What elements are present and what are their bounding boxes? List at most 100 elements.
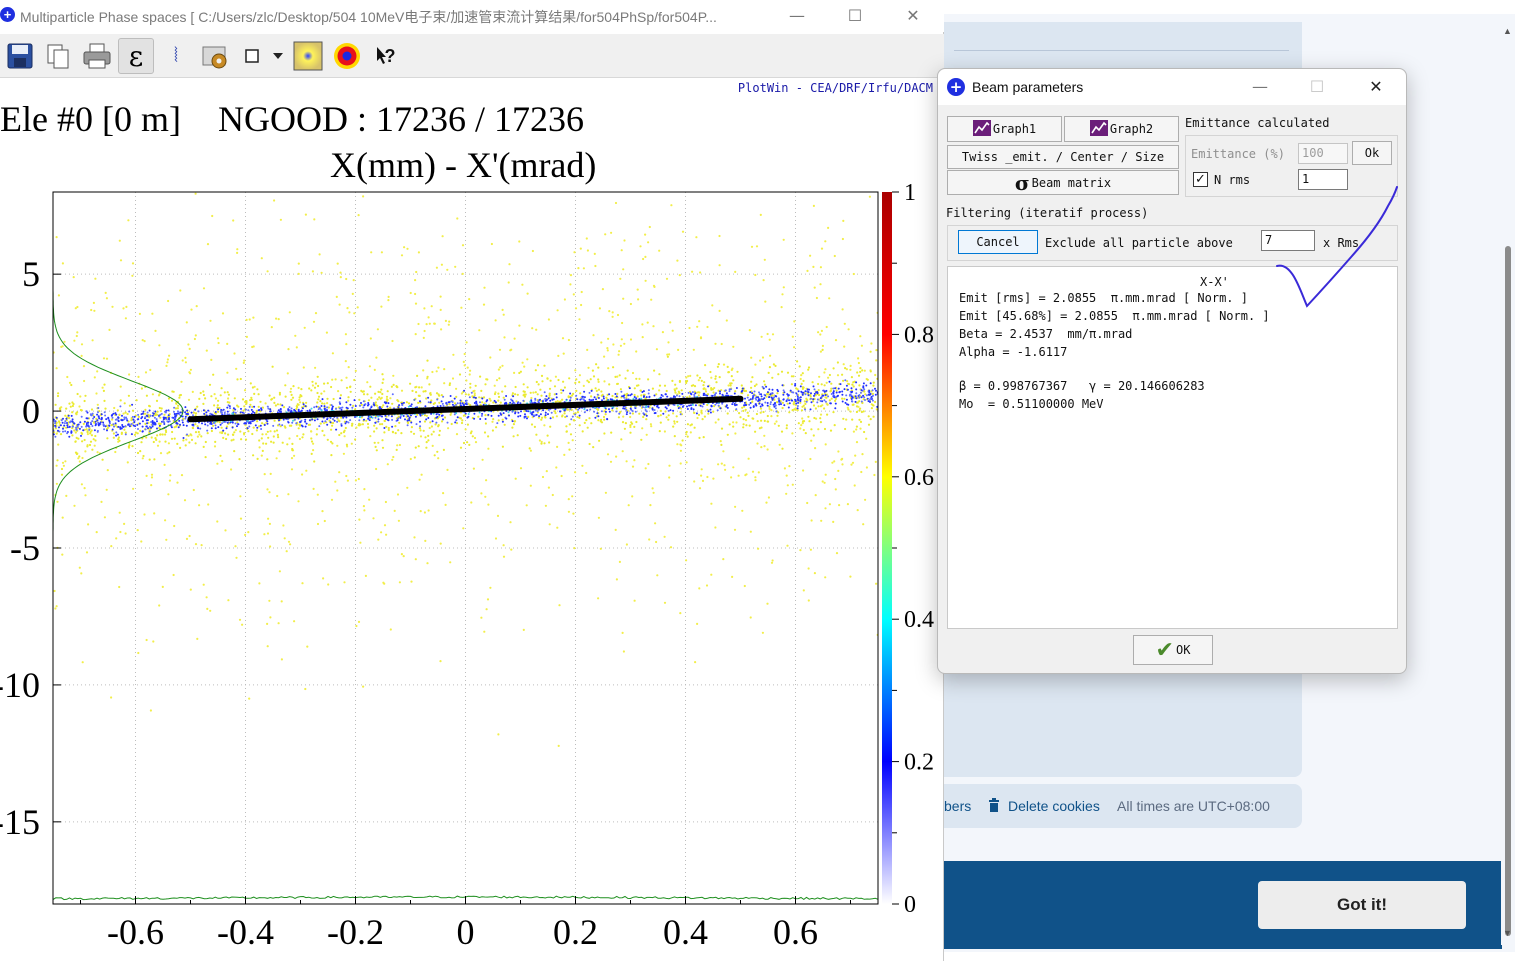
particle-point [447, 427, 450, 430]
particle-point [599, 547, 602, 550]
particle-point [391, 339, 394, 343]
graph1-button[interactable]: Graph1 [947, 116, 1062, 142]
filtering-label: Filtering (iteratif process) [946, 206, 1149, 220]
dialog-minimize-button[interactable]: — [1243, 75, 1277, 99]
particle-point [164, 433, 167, 436]
particle-point [393, 509, 396, 512]
particle-point [323, 434, 326, 437]
particle-point [781, 447, 784, 450]
scroll-down-icon[interactable]: ▼ [1503, 928, 1512, 938]
particle-point [608, 393, 611, 396]
members-link[interactable]: bers [944, 798, 971, 814]
scroll-up-icon[interactable]: ▲ [1503, 26, 1512, 36]
particle-point [867, 415, 870, 418]
particle-point [381, 439, 384, 442]
particle-point [766, 602, 769, 605]
particle-point [563, 298, 567, 301]
ok-button[interactable]: ✔ OK [1133, 635, 1213, 665]
particle-point [413, 398, 416, 401]
particle-point [408, 416, 411, 419]
scrollbar-thumb[interactable] [1505, 246, 1511, 936]
particle-point [407, 402, 411, 405]
particle-point [319, 400, 322, 403]
particle-point [783, 467, 787, 470]
particle-point [204, 456, 207, 459]
particle-point [455, 403, 457, 406]
particle-point [760, 419, 763, 422]
particle-point [678, 395, 681, 398]
particle-point [424, 390, 427, 393]
particle-point [626, 369, 629, 372]
particle-point [681, 439, 684, 442]
particle-point [321, 510, 324, 513]
particle-point [63, 424, 66, 427]
particle-point [304, 425, 307, 428]
particle-point [765, 385, 768, 388]
particle-point [673, 435, 676, 438]
particle-point [362, 406, 365, 409]
particle-point [373, 441, 376, 444]
particle-point [234, 422, 237, 425]
particle-point [113, 406, 116, 410]
twiss-emit-center-size-button[interactable]: Twiss _emit. / Center / Size [947, 145, 1179, 169]
particle-point [362, 685, 365, 688]
particle-point [728, 423, 731, 426]
particle-point [83, 379, 86, 383]
got-it-button[interactable]: Got it! [1258, 881, 1466, 929]
particle-point [117, 425, 120, 428]
particle-point [509, 349, 512, 352]
particle-point [57, 429, 59, 432]
particle-point [454, 421, 457, 424]
particle-point [189, 368, 192, 371]
particle-point [703, 381, 706, 384]
emittance-ok-button[interactable]: Ok [1352, 141, 1392, 165]
particle-point [523, 390, 526, 393]
particle-point [666, 355, 670, 358]
cancel-button[interactable]: Cancel [958, 230, 1038, 254]
particle-point [663, 535, 666, 538]
particle-point [724, 468, 727, 471]
particle-point [817, 428, 820, 431]
particle-point [236, 425, 238, 428]
particle-point [96, 451, 99, 454]
particle-point [297, 386, 300, 389]
browser-scrollbar[interactable]: ▲ ▼ [1501, 20, 1515, 945]
nrms-field[interactable]: 1 [1298, 169, 1348, 190]
particle-point [310, 430, 313, 433]
particle-point [308, 387, 311, 390]
particle-point [519, 467, 523, 470]
particle-point [76, 392, 79, 396]
particle-point [679, 612, 682, 615]
particle-point [679, 443, 682, 446]
particle-point [782, 238, 785, 241]
beam-matrix-button[interactable]: σ Beam matrix [947, 170, 1179, 195]
particle-point [258, 439, 261, 442]
particle-point [824, 240, 827, 243]
particle-point [629, 302, 633, 306]
particle-point [749, 616, 752, 619]
colorbar-tick-label: 0.8 [904, 322, 934, 348]
particle-point [316, 428, 319, 431]
nrms-checkbox[interactable]: ✓ [1193, 172, 1208, 187]
particle-point [61, 345, 64, 348]
particle-point [768, 388, 771, 391]
particle-point [422, 429, 425, 432]
particle-point [426, 562, 429, 565]
particle-point [97, 411, 99, 414]
graph2-button[interactable]: Graph2 [1064, 116, 1179, 142]
delete-cookies-link[interactable]: Delete cookies [1008, 798, 1100, 814]
particle-point [287, 348, 290, 351]
particle-point [581, 395, 584, 398]
particle-point [313, 460, 316, 463]
particle-point [332, 397, 335, 401]
particle-point [184, 417, 187, 420]
exclude-threshold-field[interactable]: 7 [1261, 230, 1315, 251]
particle-point [487, 435, 490, 438]
particle-point [275, 457, 278, 460]
particle-point [763, 397, 766, 400]
particle-point [501, 308, 504, 311]
particle-point [226, 342, 229, 345]
particle-point [563, 453, 566, 456]
dialog-close-button[interactable]: ✕ [1359, 75, 1393, 99]
particle-point [497, 419, 500, 422]
